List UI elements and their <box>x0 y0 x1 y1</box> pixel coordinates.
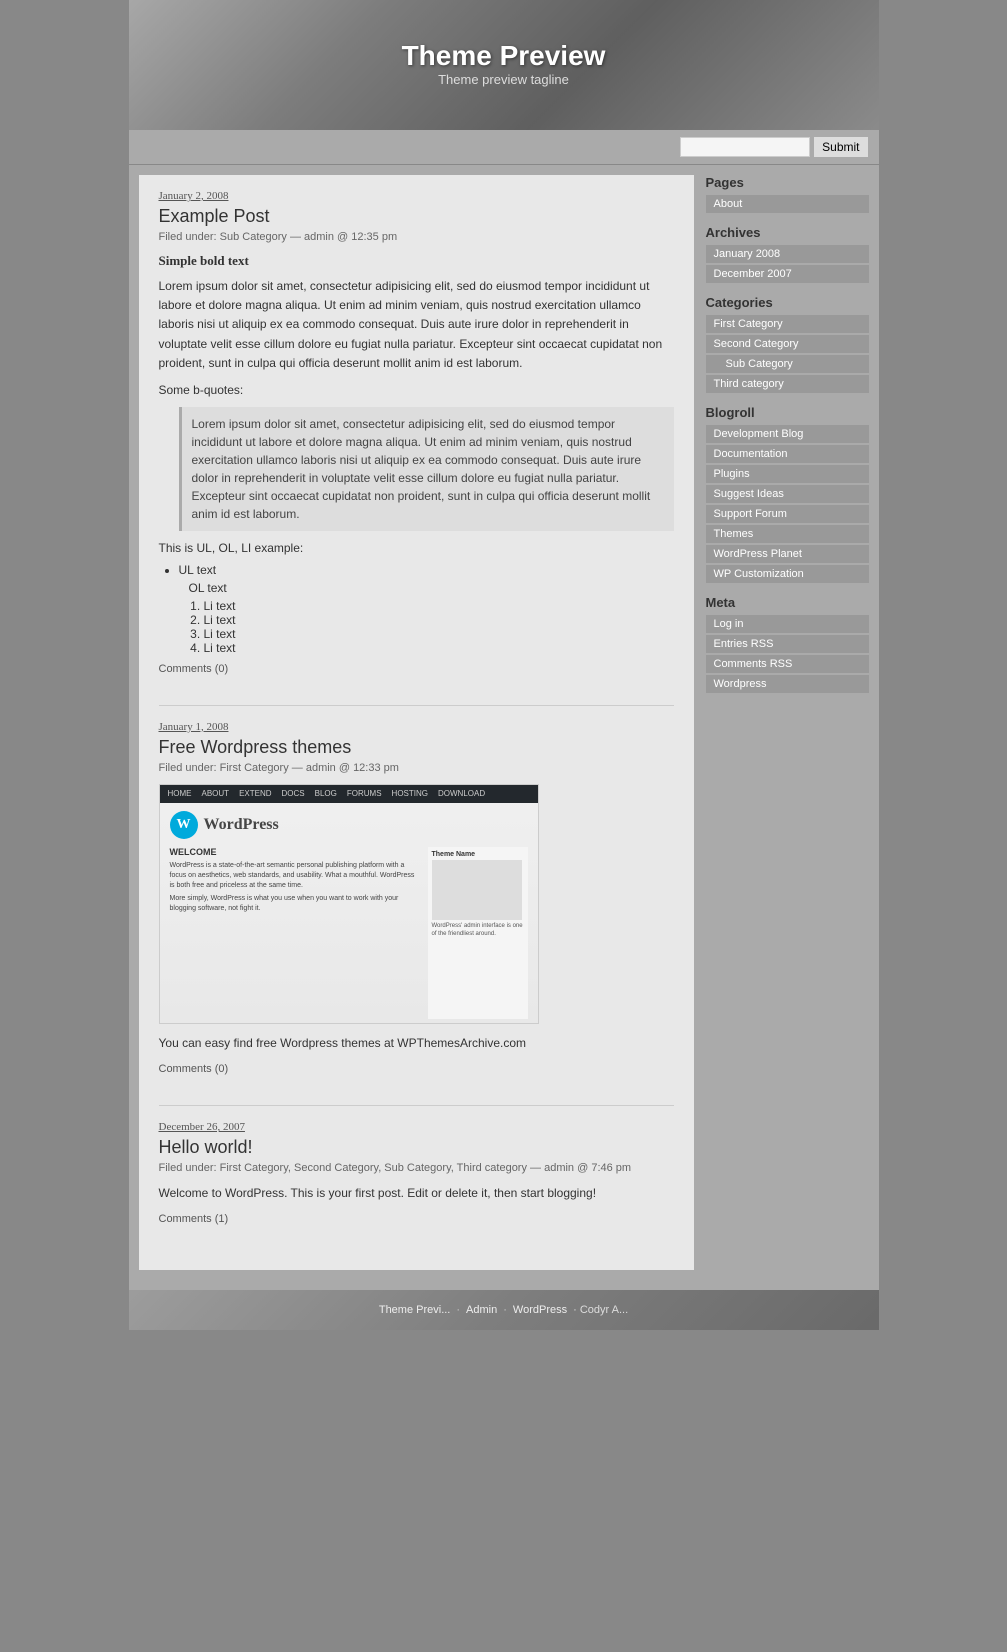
wp-nav-extend: EXTEND <box>239 789 271 798</box>
post-1-list-label: This is UL, OL, LI example: <box>159 541 674 555</box>
wp-nav-forums: FORUMS <box>347 789 382 798</box>
post-1-list: UL text OL text Li text Li text Li text … <box>159 563 674 655</box>
wp-content-area: WELCOME WordPress is a state-of-the-art … <box>160 843 538 1023</box>
sidebar-archives-title: Archives <box>706 225 869 240</box>
search-button[interactable]: Search <box>813 136 868 158</box>
post-3-comments[interactable]: Comments (1) <box>159 1213 674 1225</box>
post-2-meta: Filed under: First Category — admin @ 12… <box>159 762 674 774</box>
wp-nav-bar: HOME ABOUT EXTEND DOCS BLOG FORUMS HOSTI… <box>160 785 538 803</box>
sidebar-blogroll-title: Blogroll <box>706 405 869 420</box>
post-2-image: HOME ABOUT EXTEND DOCS BLOG FORUMS HOSTI… <box>159 784 539 1024</box>
content-area: January 2, 2008 Example Post Filed under… <box>129 175 879 1270</box>
post-divider-2 <box>159 1105 674 1106</box>
footer-sep-1: · <box>456 1304 460 1316</box>
post-1: January 2, 2008 Example Post Filed under… <box>159 190 674 685</box>
sidebar-blogroll-docs[interactable]: Documentation <box>706 445 869 463</box>
wp-left-content: WELCOME WordPress is a state-of-the-art … <box>170 847 420 1019</box>
sidebar-pages-title: Pages <box>706 175 869 190</box>
post-3-body: Welcome to WordPress. This is your first… <box>159 1184 674 1203</box>
sidebar: Pages About Archives January 2008 Decemb… <box>694 175 869 1270</box>
post-1-bold: Simple bold text <box>159 253 674 269</box>
wp-nav-home: HOME <box>168 789 192 798</box>
li-item-3: Li text <box>204 627 674 641</box>
wp-screenshot: HOME ABOUT EXTEND DOCS BLOG FORUMS HOSTI… <box>160 785 538 1023</box>
post-2-body: You can easy find free Wordpress themes … <box>159 1034 674 1053</box>
post-1-body: Lorem ipsum dolor sit amet, consectetur … <box>159 277 674 373</box>
post-1-bquote-label: Some b-quotes: <box>159 383 674 397</box>
sidebar-meta-title: Meta <box>706 595 869 610</box>
sidebar-meta: Meta Log in Entries RSS Comments RSS Wor… <box>706 595 869 693</box>
footer-site-link[interactable]: Theme Previ... <box>379 1304 451 1316</box>
sidebar-archive-dec2007[interactable]: December 2007 <box>706 265 869 283</box>
sidebar-pages: Pages About <box>706 175 869 213</box>
wp-right-content: Theme Name WordPress' admin interface is… <box>428 847 528 1019</box>
li-item-1: Li text <box>204 599 674 613</box>
post-3: December 26, 2007 Hello world! Filed und… <box>159 1121 674 1235</box>
footer-content: Theme Previ... · Admin · WordPress · Cod… <box>379 1304 628 1316</box>
sidebar-blogroll-themes[interactable]: Themes <box>706 525 869 543</box>
main-content: January 2, 2008 Example Post Filed under… <box>139 175 694 1270</box>
post-3-title: Hello world! <box>159 1137 674 1158</box>
wp-nav-download: DOWNLOAD <box>438 789 485 798</box>
sidebar-categories-title: Categories <box>706 295 869 310</box>
post-1-title: Example Post <box>159 206 674 227</box>
post-3-date[interactable]: December 26, 2007 <box>159 1121 674 1133</box>
sidebar-blogroll-devblog[interactable]: Development Blog <box>706 425 869 443</box>
post-2-comments[interactable]: Comments (0) <box>159 1063 674 1075</box>
sidebar-meta-entries[interactable]: Entries RSS <box>706 635 869 653</box>
sidebar-meta-login[interactable]: Log in <box>706 615 869 633</box>
site-title: Theme Preview <box>129 40 879 72</box>
ol-item: OL text <box>189 581 674 595</box>
wp-nav-docs: DOCS <box>282 789 305 798</box>
post-2-title: Free Wordpress themes <box>159 737 674 758</box>
post-1-comments[interactable]: Comments (0) <box>159 663 674 675</box>
sidebar-blogroll-suggest[interactable]: Suggest Ideas <box>706 485 869 503</box>
ul-item: UL text <box>179 563 674 577</box>
sidebar-cat-third[interactable]: Third category <box>706 375 869 393</box>
wp-logo-icon: W <box>170 811 198 839</box>
post-divider-1 <box>159 705 674 706</box>
post-1-meta: Filed under: Sub Category — admin @ 12:3… <box>159 231 674 243</box>
sidebar-cat-sub[interactable]: Sub Category <box>706 355 869 373</box>
page-wrapper: January 2, 2008 Example Post Filed under… <box>129 165 879 1290</box>
sidebar-categories: Categories First Category Second Categor… <box>706 295 869 393</box>
site-footer: Theme Previ... · Admin · WordPress · Cod… <box>129 1290 879 1330</box>
post-1-date[interactable]: January 2, 2008 <box>159 190 674 202</box>
header-content: Theme Preview Theme preview tagline <box>129 0 879 87</box>
sidebar-page-about[interactable]: About <box>706 195 869 213</box>
sidebar-archive-jan2008[interactable]: January 2008 <box>706 245 869 263</box>
sidebar-cat-first[interactable]: First Category <box>706 315 869 333</box>
sidebar-blogroll-wpplanet[interactable]: WordPress Planet <box>706 545 869 563</box>
li-item-2: Li text <box>204 613 674 627</box>
sidebar-archives: Archives January 2008 December 2007 <box>706 225 869 283</box>
footer-powered: · Codyr A... <box>573 1304 628 1316</box>
post-3-meta: Filed under: First Category, Second Cate… <box>159 1162 674 1174</box>
post-1-blockquote: Lorem ipsum dolor sit amet, consectetur … <box>179 407 674 531</box>
footer-sep-2: · <box>503 1304 507 1316</box>
wp-nav-blog: BLOG <box>315 789 337 798</box>
wp-nav-about: ABOUT <box>202 789 230 798</box>
li-item-4: Li text <box>204 641 674 655</box>
sidebar-blogroll-support[interactable]: Support Forum <box>706 505 869 523</box>
site-header: Theme Preview Theme preview tagline <box>129 0 879 130</box>
wp-nav-hosting: HOSTING <box>392 789 428 798</box>
footer-wp-link[interactable]: WordPress <box>513 1304 567 1316</box>
sidebar-meta-wordpress[interactable]: Wordpress <box>706 675 869 693</box>
sidebar-blogroll-wpcustom[interactable]: WP Customization <box>706 565 869 583</box>
post-2: January 1, 2008 Free Wordpress themes Fi… <box>159 721 674 1085</box>
wp-logo-text: WordPress <box>204 816 279 834</box>
search-bar: Search <box>129 130 879 165</box>
sidebar-blogroll-plugins[interactable]: Plugins <box>706 465 869 483</box>
footer-admin-link[interactable]: Admin <box>466 1304 497 1316</box>
sidebar-cat-second[interactable]: Second Category <box>706 335 869 353</box>
post-2-date[interactable]: January 1, 2008 <box>159 721 674 733</box>
site-tagline: Theme preview tagline <box>129 72 879 87</box>
sidebar-blogroll: Blogroll Development Blog Documentation … <box>706 405 869 583</box>
search-input[interactable] <box>680 137 810 157</box>
sidebar-meta-comments[interactable]: Comments RSS <box>706 655 869 673</box>
wp-logo-area: W WordPress <box>160 803 538 843</box>
